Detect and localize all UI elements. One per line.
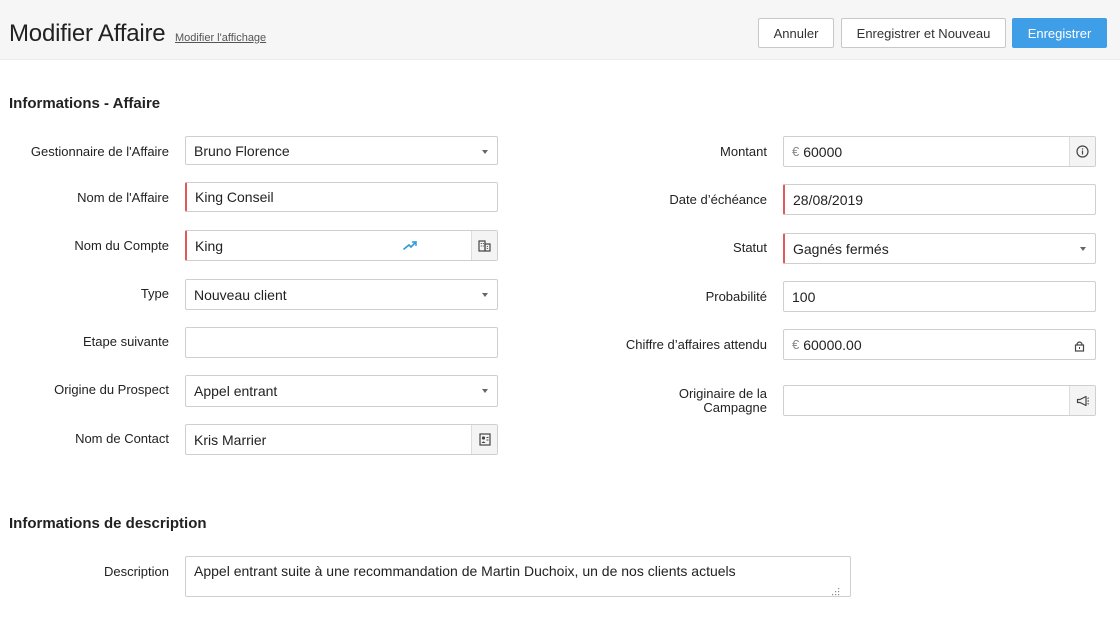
closing-date-label: Date d’échéance	[669, 192, 767, 207]
cancel-button[interactable]: Annuler	[758, 18, 834, 48]
amount-label: Montant	[720, 144, 767, 159]
lead-source-value: Appel entrant	[194, 383, 278, 399]
amount-value: 60000	[803, 143, 843, 160]
account-name-value: King	[195, 237, 224, 254]
owner-value: Bruno Florence	[194, 142, 290, 159]
contact-name-label: Nom de Contact	[75, 431, 169, 446]
campaign-source-label-line2: Campagne	[703, 400, 767, 415]
owner-label: Gestionnaire de l'Affaire	[30, 144, 169, 159]
lock-icon	[1074, 339, 1085, 355]
lookup-link-icon[interactable]	[403, 239, 417, 255]
chevron-down-icon	[482, 150, 488, 154]
chevron-down-icon	[1080, 247, 1086, 251]
deal-name-field[interactable]: King Conseil	[185, 182, 498, 212]
currency-symbol: €	[792, 144, 800, 159]
deal-name-value: King Conseil	[195, 189, 274, 205]
resize-grip-icon[interactable]	[832, 583, 840, 596]
contact-name-field[interactable]: Kris Marrier	[185, 424, 498, 455]
chevron-down-icon	[482, 389, 488, 393]
lead-source-select[interactable]: Appel entrant	[185, 375, 498, 407]
expected-revenue-label: Chiffre d’affaires attendu	[625, 337, 767, 352]
description-textarea[interactable]: Appel entrant suite à une recommandation…	[185, 556, 851, 597]
closing-date-value: 28/08/2019	[793, 191, 864, 208]
next-step-field[interactable]	[185, 327, 498, 358]
owner-select[interactable]: Bruno Florence	[185, 136, 498, 165]
page-title: Modifier Affaire	[9, 20, 166, 47]
type-value: Nouveau client	[194, 286, 287, 303]
contact-card-icon[interactable]	[471, 425, 497, 454]
description-label: Description	[103, 564, 169, 579]
account-name-field[interactable]: King	[185, 230, 498, 261]
save-button[interactable]: Enregistrer	[1012, 18, 1107, 48]
stage-select[interactable]: Gagnés fermés	[783, 233, 1096, 264]
expected-revenue-field: € 60000.00	[783, 329, 1096, 360]
campaign-source-field[interactable]	[783, 385, 1096, 416]
expected-revenue-value: 60000.00	[803, 336, 862, 353]
campaign-source-label-line1: Originaire de la	[678, 386, 767, 401]
edit-layout-link[interactable]: Modifier l'affichage	[175, 32, 266, 44]
probability-field[interactable]: 100	[783, 281, 1096, 312]
description-value: Appel entrant suite à une recommandation…	[194, 563, 736, 579]
stage-label: Statut	[733, 240, 767, 255]
probability-value: 100	[792, 288, 816, 305]
stage-value: Gagnés fermés	[793, 240, 889, 257]
type-select[interactable]: Nouveau client	[185, 279, 498, 310]
account-name-label: Nom du Compte	[74, 238, 169, 253]
page-header: Modifier Affaire Modifier l'affichage An…	[0, 0, 1120, 60]
building-icon[interactable]	[471, 231, 497, 260]
next-step-label: Etape suivante	[82, 334, 169, 349]
section-title-deal-info: Informations - Affaire	[9, 95, 161, 112]
type-label: Type	[140, 286, 169, 301]
info-icon[interactable]	[1069, 137, 1095, 166]
deal-name-label: Nom de l'Affaire	[77, 190, 169, 205]
megaphone-icon[interactable]	[1069, 386, 1095, 415]
contact-name-value: Kris Marrier	[194, 431, 267, 448]
lead-source-label: Origine du Prospect	[54, 382, 169, 397]
currency-symbol: €	[792, 337, 800, 352]
save-and-new-button[interactable]: Enregistrer et Nouveau	[841, 18, 1006, 48]
amount-field[interactable]: € 60000	[783, 136, 1096, 167]
campaign-source-label: Originaire de la Campagne	[560, 387, 767, 415]
section-title-description: Informations de description	[9, 515, 207, 532]
chevron-down-icon	[482, 293, 488, 297]
probability-label: Probabilité	[705, 289, 767, 304]
closing-date-field[interactable]: 28/08/2019	[783, 184, 1096, 215]
